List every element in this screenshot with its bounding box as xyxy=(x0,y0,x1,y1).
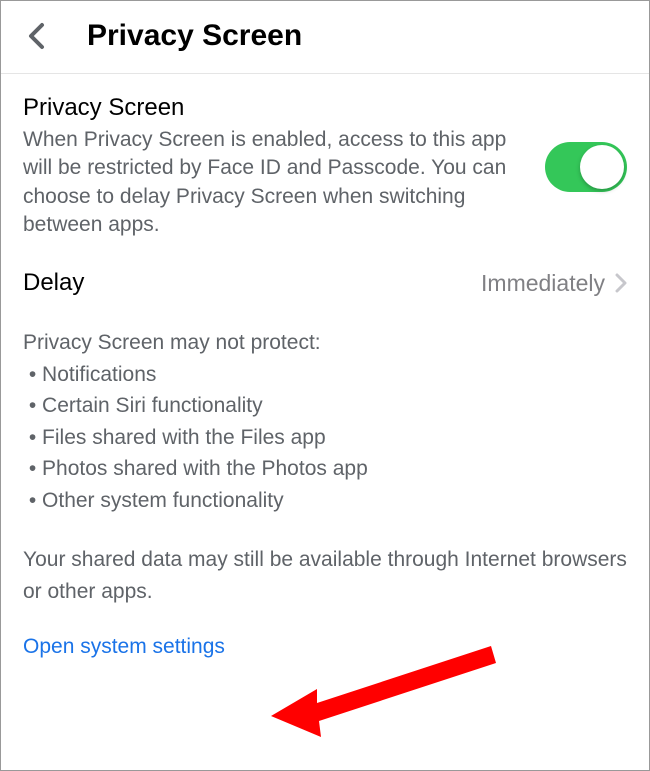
back-button[interactable] xyxy=(23,23,49,49)
delay-row[interactable]: Delay Immediately xyxy=(23,269,627,297)
shared-data-note: Your shared data may still be available … xyxy=(23,544,627,607)
list-item: Files shared with the Files app xyxy=(23,422,627,454)
page-title: Privacy Screen xyxy=(87,19,302,53)
privacy-screen-description: When Privacy Screen is enabled, access t… xyxy=(23,126,525,239)
privacy-screen-title: Privacy Screen xyxy=(23,94,525,122)
chevron-right-icon xyxy=(615,273,627,293)
list-item: Other system functionality xyxy=(23,485,627,517)
list-item: Notifications xyxy=(23,359,627,391)
list-item: Certain Siri functionality xyxy=(23,390,627,422)
toggle-knob xyxy=(580,145,624,189)
open-system-settings-link[interactable]: Open system settings xyxy=(23,635,225,659)
protection-intro: Privacy Screen may not protect: xyxy=(23,327,627,359)
list-item: Photos shared with the Photos app xyxy=(23,453,627,485)
delay-right: Immediately xyxy=(481,270,627,297)
delay-value: Immediately xyxy=(481,270,605,297)
privacy-screen-toggle[interactable] xyxy=(545,142,627,192)
header: Privacy Screen xyxy=(1,1,649,74)
shared-data-text: Your shared data may still be available … xyxy=(23,544,627,607)
content: Privacy Screen When Privacy Screen is en… xyxy=(1,74,649,659)
privacy-screen-text: Privacy Screen When Privacy Screen is en… xyxy=(23,94,525,239)
chevron-left-icon xyxy=(27,22,45,50)
privacy-screen-toggle-section: Privacy Screen When Privacy Screen is en… xyxy=(23,94,627,239)
protection-info: Privacy Screen may not protect: Notifica… xyxy=(23,327,627,516)
delay-label: Delay xyxy=(23,269,84,297)
protection-list: Notifications Certain Siri functionality… xyxy=(23,359,627,517)
